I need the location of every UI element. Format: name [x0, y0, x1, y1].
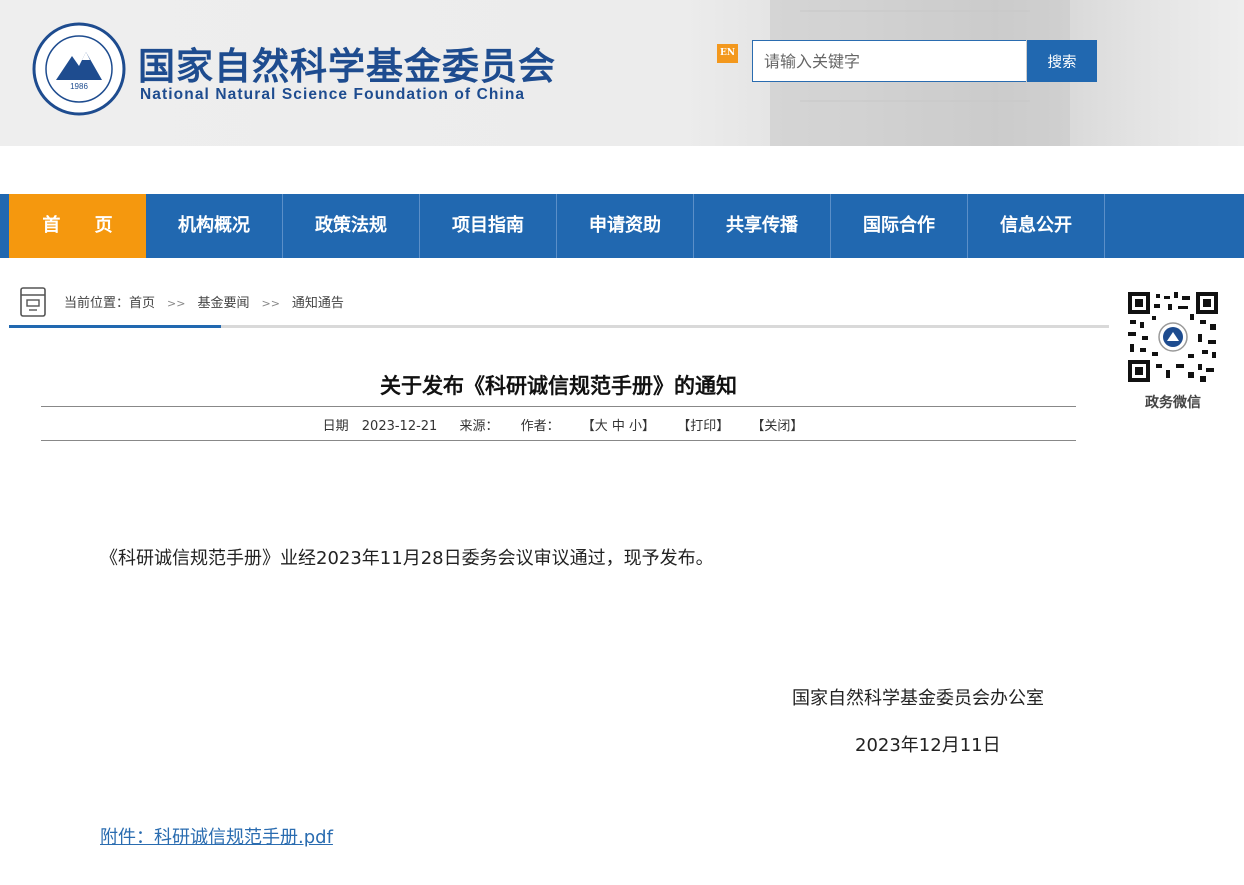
breadcrumb-divider-accent: [9, 325, 221, 328]
close-link[interactable]: 【关闭】: [751, 419, 803, 434]
english-version-link[interactable]: EN: [717, 44, 738, 63]
print-link[interactable]: 【打印】: [677, 419, 729, 434]
article-body: 《科研诚信规范手册》业经2023年11月28日委务会议审议通过，现予发布。: [100, 548, 714, 569]
title-rule: [41, 406, 1076, 407]
article-title: 关于发布《科研诚信规范手册》的通知: [380, 374, 737, 398]
article-date: 2023-12-21: [361, 419, 438, 434]
nav-item-home[interactable]: 首 页: [9, 194, 146, 258]
search-input[interactable]: [752, 40, 1026, 82]
org-name-en: National Natural Science Foundation of C…: [140, 86, 526, 103]
nsfc-logo-icon[interactable]: 1986: [32, 22, 126, 116]
author-label: 作者：: [520, 419, 560, 434]
search-button[interactable]: 搜索: [1027, 40, 1097, 82]
meta-rule: [41, 440, 1076, 441]
article-meta: 日期 2023-12-21 来源： 作者： 【大 中 小】 【打印】 【关闭】: [41, 415, 1076, 434]
org-name-cn: 国家自然科学基金委员会: [138, 45, 556, 88]
breadcrumb-news[interactable]: 基金要闻: [197, 296, 249, 311]
signature-org: 国家自然科学基金委员会办公室: [792, 688, 1044, 709]
source-label: 来源：: [459, 419, 499, 434]
date-label: 日期: [322, 419, 349, 434]
nav-item-policy[interactable]: 政策法规: [283, 194, 420, 258]
location-icon: [20, 287, 46, 317]
breadcrumb-home[interactable]: 首页: [129, 296, 155, 311]
breadcrumb-separator: >>: [261, 297, 280, 310]
signature-date: 2023年12月11日: [855, 735, 1001, 756]
breadcrumb: 当前位置：首页 >> 基金要闻 >> 通知通告: [64, 292, 344, 311]
font-size-control[interactable]: 【大 中 小】: [582, 419, 655, 434]
qr-label: 政务微信: [1145, 395, 1201, 411]
nav-item-disclosure[interactable]: 信息公开: [968, 194, 1105, 258]
breadcrumb-separator: >>: [167, 297, 186, 310]
wechat-qr-code[interactable]: [1128, 292, 1218, 382]
nav-item-share[interactable]: 共享传播: [694, 194, 831, 258]
nav-item-international[interactable]: 国际合作: [831, 194, 968, 258]
breadcrumb-notices[interactable]: 通知通告: [292, 296, 344, 311]
breadcrumb-prefix: 当前位置：: [64, 296, 130, 311]
attachment-link[interactable]: 附件：科研诚信规范手册.pdf: [100, 823, 333, 849]
nav-item-guide[interactable]: 项目指南: [420, 194, 557, 258]
nav-item-about[interactable]: 机构概况: [146, 194, 283, 258]
logo-year: 1986: [70, 82, 88, 91]
main-nav: 首 页 机构概况 政策法规 项目指南 申请资助 共享传播 国际合作 信息公开: [0, 194, 1244, 258]
site-header: 1986 国家自然科学基金委员会 National Natural Scienc…: [0, 0, 1244, 146]
nav-item-apply[interactable]: 申请资助: [557, 194, 694, 258]
